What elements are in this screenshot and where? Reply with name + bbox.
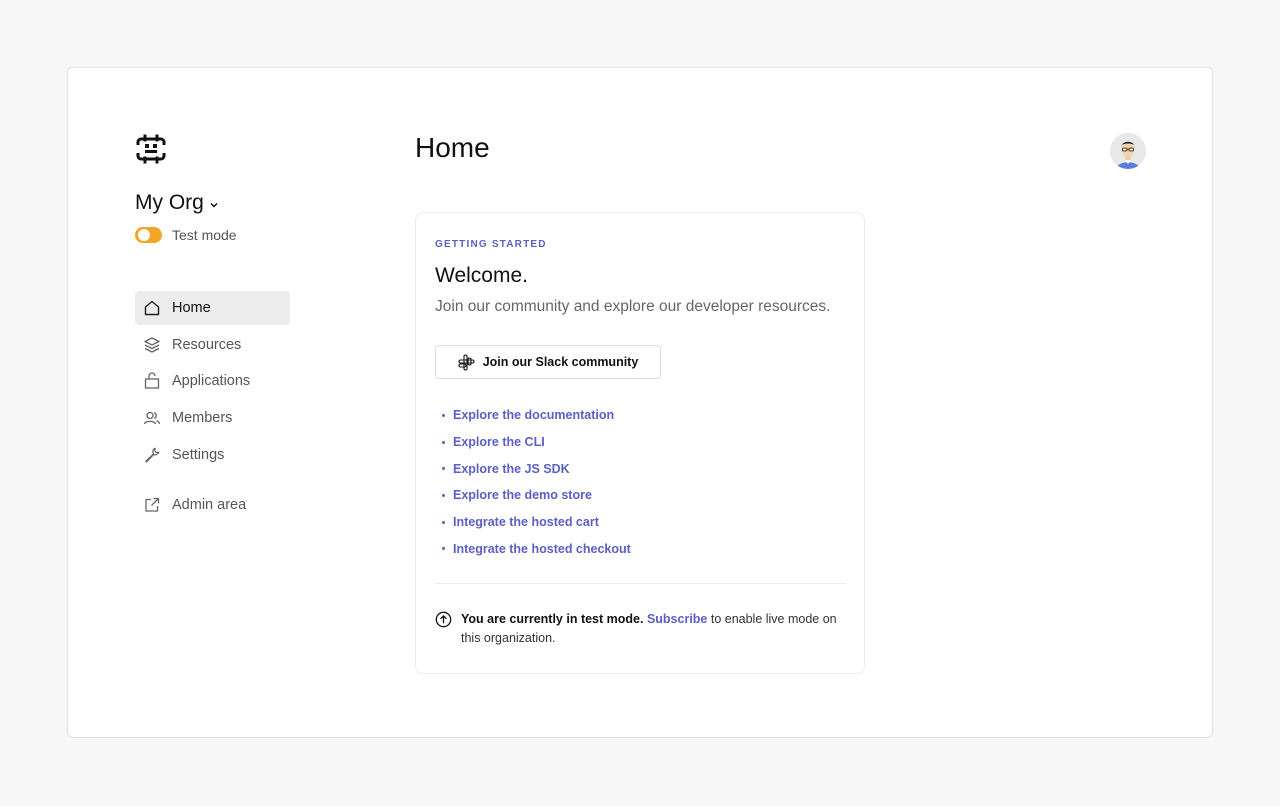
app-window: My Org Test mode Home Resources Applicat… <box>67 67 1213 738</box>
sidebar-item-label: Applications <box>172 373 251 390</box>
sidebar-item-home[interactable]: Home <box>135 291 290 325</box>
bullet-icon <box>442 440 445 444</box>
bullet-icon <box>442 467 445 471</box>
card-subtitle: Join our community and explore our devel… <box>435 298 831 315</box>
hosted-checkout-link[interactable]: Integrate the hosted checkout <box>453 542 631 556</box>
cli-link[interactable]: Explore the CLI <box>453 435 545 449</box>
test-mode-toggle[interactable] <box>135 227 162 243</box>
org-switcher[interactable]: My Org <box>135 191 220 215</box>
notice-bold: You are currently in test mode. <box>461 612 644 626</box>
bullet-icon <box>442 413 445 417</box>
notice-text: You are currently in test mode. Subscrib… <box>461 610 846 647</box>
hosted-cart-link[interactable]: Integrate the hosted cart <box>453 515 599 529</box>
package-icon <box>143 372 161 390</box>
card-divider <box>435 583 846 584</box>
sidebar-item-label: Resources <box>172 336 242 353</box>
sidebar-item-applications[interactable]: Applications <box>135 364 290 398</box>
org-name: My Org <box>135 191 204 214</box>
sidebar-item-members[interactable]: Members <box>135 401 290 435</box>
test-mode-row: Test mode <box>135 227 237 243</box>
docs-link[interactable]: Explore the documentation <box>453 408 614 422</box>
list-item: Explore the JS SDK <box>442 455 631 482</box>
chevron-down-icon <box>210 202 218 208</box>
bullet-icon <box>442 547 445 551</box>
user-avatar[interactable] <box>1110 133 1146 169</box>
sidebar-item-label: Home <box>172 300 211 316</box>
list-item: Explore the CLI <box>442 429 631 456</box>
test-mode-label: Test mode <box>172 227 237 243</box>
card-eyebrow: GETTING STARTED <box>435 239 547 250</box>
home-icon <box>143 299 161 317</box>
list-item: Explore the demo store <box>442 482 631 509</box>
slack-icon <box>458 353 475 371</box>
page-title: Home <box>415 132 490 163</box>
sidebar-item-label: Admin area <box>172 496 247 513</box>
resource-links: Explore the documentation Explore the CL… <box>442 402 631 562</box>
brand-logo-icon[interactable] <box>135 133 167 165</box>
card-title: Welcome. <box>435 264 528 287</box>
users-icon <box>143 409 161 427</box>
layers-icon <box>143 336 161 354</box>
arrow-up-circle-icon <box>435 611 452 628</box>
list-item: Integrate the hosted cart <box>442 509 631 536</box>
sidebar-item-settings[interactable]: Settings <box>135 438 290 472</box>
list-item: Explore the documentation <box>442 402 631 429</box>
demo-store-link[interactable]: Explore the demo store <box>453 488 592 502</box>
test-mode-notice: You are currently in test mode. Subscrib… <box>435 610 846 647</box>
sidebar-item-label: Settings <box>172 446 225 463</box>
wrench-icon <box>143 446 161 464</box>
join-slack-button[interactable]: Join our Slack community <box>435 345 661 379</box>
js-sdk-link[interactable]: Explore the JS SDK <box>453 462 570 476</box>
sidebar-item-label: Members <box>172 410 233 427</box>
bullet-icon <box>442 493 445 497</box>
subscribe-link[interactable]: Subscribe <box>647 612 707 626</box>
sidebar-item-admin[interactable]: Admin area <box>135 488 290 522</box>
list-item: Integrate the hosted checkout <box>442 535 631 562</box>
join-slack-label: Join our Slack community <box>482 355 639 369</box>
sidebar-nav: Home Resources Applications Members Sett… <box>135 291 290 524</box>
sidebar-item-resources[interactable]: Resources <box>135 328 290 362</box>
external-link-icon <box>143 496 161 514</box>
bullet-icon <box>442 520 445 524</box>
getting-started-card: GETTING STARTED Welcome. Join our commun… <box>415 212 865 674</box>
